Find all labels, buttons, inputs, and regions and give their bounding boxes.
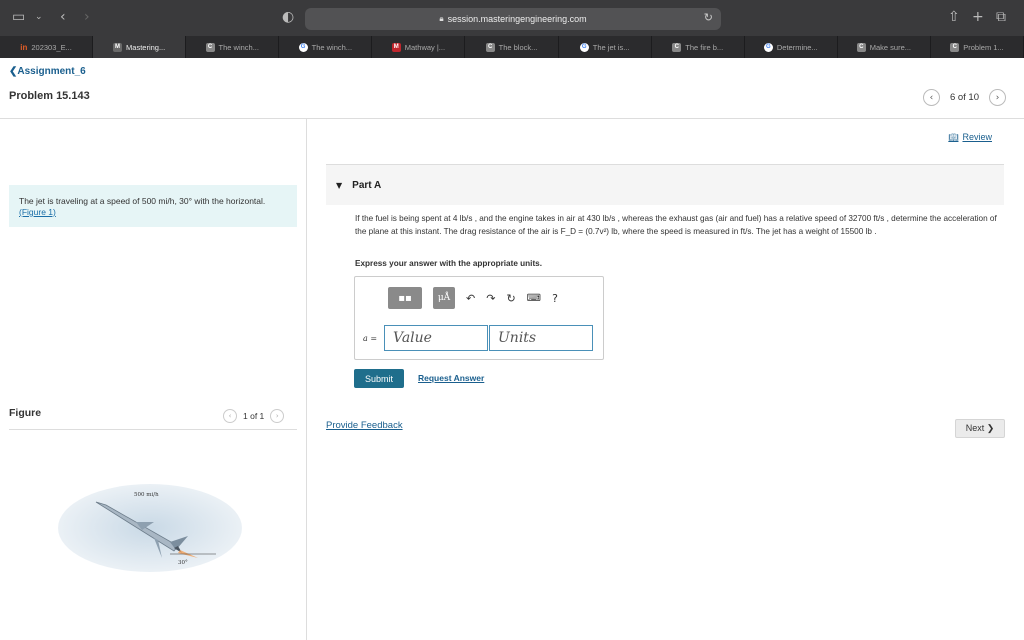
tab-label: The fire b... [685, 42, 724, 52]
sidebar-toggle-icon[interactable]: ▭ [12, 9, 25, 25]
tab-label: 202303_E... [31, 42, 72, 52]
back-icon[interactable]: ‹ [60, 9, 66, 25]
help-icon[interactable]: ? [552, 287, 558, 309]
prev-problem-button[interactable]: ‹ [922, 89, 940, 106]
pager-text: 6 of 10 [949, 92, 979, 103]
collapse-caret-icon: ▼ [336, 180, 343, 190]
chevron-down-icon[interactable]: ⌄ [35, 12, 43, 22]
next-figure-button[interactable]: › [270, 409, 285, 423]
tab-chegg-winch[interactable]: C The winch... [186, 36, 280, 58]
share-icon[interactable]: ⇧ [948, 9, 960, 25]
figure-pager-text: 1 of 1 [243, 411, 265, 421]
tab-overview-icon[interactable]: ⧉ [996, 9, 1006, 25]
google-icon: G [579, 42, 589, 52]
tab-label: Mathway |... [404, 42, 446, 52]
part-a-header[interactable]: ▼ Part A [326, 165, 1004, 205]
tab-google-winch[interactable]: G The winch... [279, 36, 373, 58]
tab-google-jet[interactable]: G The jet is... [559, 36, 652, 58]
tab-label: Determine... [776, 42, 818, 52]
review-link[interactable]: 📖︎ Review [948, 132, 992, 142]
speed-label: 500 mi/h [134, 492, 159, 498]
divider [0, 118, 1024, 119]
tab-mastering[interactable]: M Mastering... [93, 36, 187, 58]
google-icon: G [298, 42, 308, 52]
submit-button[interactable]: Submit [354, 369, 404, 388]
address-bar[interactable]: 🔒︎ session.masteringengineering.com ↻ [305, 8, 721, 30]
units-input[interactable] [489, 325, 593, 351]
keyboard-icon[interactable]: ⌨ [527, 287, 541, 309]
tab-linkedin[interactable]: in 202303_E... [0, 36, 94, 58]
answer-input-box: ▪▪ μÅ ↶ ↷ ↻ ⌨ ? a = [354, 276, 604, 360]
reset-icon[interactable]: ↻ [506, 287, 515, 309]
angle-label: 30° [178, 560, 188, 566]
express-instruction: Express your answer with the appropriate… [355, 259, 542, 268]
tab-label: Make sure... [869, 42, 912, 52]
chegg-icon: C [205, 42, 215, 52]
browser-toolbar: ▭ ⌄ ‹ › ◐ 🔒︎ session.masteringengineerin… [0, 0, 1024, 36]
lock-icon: 🔒︎ [439, 14, 444, 23]
url-text: session.masteringengineering.com [447, 14, 587, 24]
problem-title: Problem 15.143 [9, 90, 90, 102]
statement-text: The jet is traveling at a speed of 500 m… [19, 196, 266, 206]
chegg-icon: C [856, 42, 866, 52]
undo-icon[interactable]: ↶ [466, 287, 475, 309]
page-content: ❮Assignment_6 Problem 15.143 ‹ 6 of 10 ›… [0, 58, 1024, 640]
tab-label: Mastering... [126, 42, 166, 52]
tab-chegg-fire[interactable]: C The fire b... [652, 36, 745, 58]
book-icon: 📖︎ [948, 132, 959, 142]
linkedin-icon: in [20, 42, 28, 52]
tab-chegg-problem[interactable]: C Problem 1... [931, 36, 1024, 58]
question-text: If the fuel is being spent at 4 lb/s , a… [355, 214, 997, 236]
back-to-assignment-link[interactable]: ❮Assignment_6 [9, 66, 86, 77]
value-input[interactable] [384, 325, 488, 351]
tab-chegg-make[interactable]: C Make sure... [838, 36, 931, 58]
prev-figure-button[interactable]: ‹ [223, 409, 237, 423]
forward-icon[interactable]: › [84, 9, 90, 25]
tab-label: The jet is... [592, 42, 630, 52]
tab-chegg-block[interactable]: C The block... [465, 36, 559, 58]
tab-mathway[interactable]: M Mathway |... [372, 36, 466, 58]
chegg-icon: C [672, 42, 682, 52]
problem-pager: ‹ 6 of 10 › [922, 89, 1006, 106]
part-label: Part A [352, 179, 382, 191]
privacy-shield-icon[interactable]: ◐ [282, 9, 294, 25]
chegg-icon: C [485, 42, 495, 52]
mathway-icon: M [391, 42, 401, 52]
answer-symbol: a = [363, 334, 378, 343]
chegg-icon: C [950, 42, 960, 52]
tab-label: The winch... [311, 42, 353, 52]
tab-bar: in 202303_E... M Mastering... C The winch..… [0, 36, 1024, 58]
request-answer-link[interactable]: Request Answer [418, 373, 484, 383]
tab-label: The block... [498, 42, 538, 52]
tab-google-determine[interactable]: G Determine... [745, 36, 838, 58]
jet-figure[interactable]: 500 mi/h 30° [58, 478, 242, 578]
figure-pager: ‹ 1 of 1 › [223, 409, 285, 423]
tab-label: Problem 1... [963, 42, 1004, 52]
reload-icon[interactable]: ↻ [704, 11, 713, 24]
figure-link[interactable]: (Figure 1) [19, 207, 56, 217]
divider [9, 429, 297, 430]
figure-label: Figure [9, 407, 42, 419]
provide-feedback-link[interactable]: Provide Feedback [326, 420, 403, 431]
next-problem-button[interactable]: › [989, 89, 1006, 106]
divider [306, 118, 307, 640]
problem-statement: The jet is traveling at a speed of 500 m… [9, 185, 297, 227]
new-tab-icon[interactable]: + [972, 9, 984, 25]
redo-icon[interactable]: ↷ [486, 287, 495, 309]
google-icon: G [763, 42, 773, 52]
units-symbols-icon[interactable]: μÅ [433, 287, 455, 309]
next-button[interactable]: Next ❯ [955, 419, 1005, 438]
templates-icon[interactable]: ▪▪ [388, 287, 422, 309]
math-toolbar: ▪▪ μÅ ↶ ↷ ↻ ⌨ ? [388, 287, 558, 309]
tab-label: The winch... [218, 42, 259, 52]
review-label: Review [962, 132, 992, 142]
mastering-icon: M [113, 42, 123, 52]
